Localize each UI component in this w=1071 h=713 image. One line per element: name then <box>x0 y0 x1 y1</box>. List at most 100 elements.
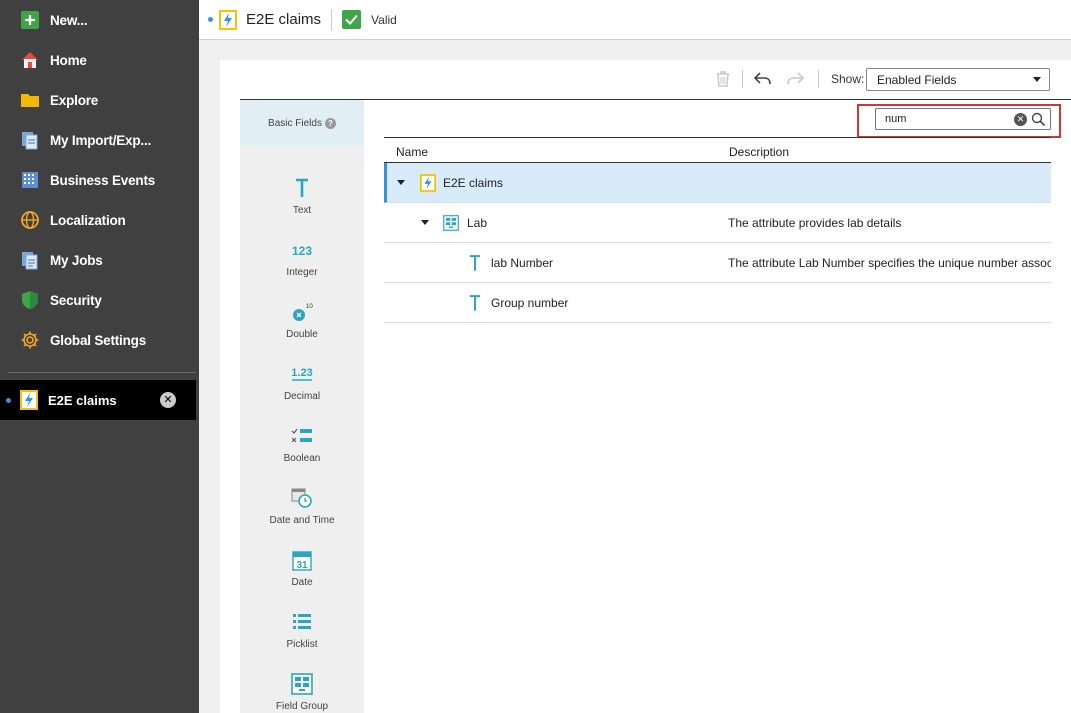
field-type-label: Text <box>292 205 312 216</box>
field-type-text[interactable]: Text <box>240 166 364 216</box>
sidebar-item-label: Explore <box>50 92 99 108</box>
close-icon[interactable]: ✕ <box>160 392 176 408</box>
table-row[interactable]: E2E claims <box>384 163 1051 203</box>
field-group-icon <box>442 213 460 233</box>
sidebar-item-label: Security <box>50 292 102 308</box>
svg-text:1.23: 1.23 <box>291 367 312 379</box>
new-label: New... <box>50 12 88 28</box>
svg-text:31: 31 <box>296 560 308 571</box>
svg-text:100: 100 <box>306 304 313 310</box>
field-types-title: Basic Fields <box>268 117 322 129</box>
text-icon <box>295 174 309 202</box>
sidebar-item-explore[interactable]: Explore <box>0 80 199 120</box>
main-panel: Show: Enabled Fields Basic Fields ? Text… <box>220 60 1071 713</box>
business-entity-icon <box>219 9 237 30</box>
toolbar-divider <box>818 70 819 88</box>
text-icon <box>466 253 484 273</box>
undo-icon[interactable] <box>752 69 772 89</box>
field-type-boolean[interactable]: Boolean <box>240 414 364 464</box>
toolbar-divider <box>742 70 743 88</box>
panel-divider <box>240 99 1071 100</box>
new-button[interactable]: New... <box>0 0 199 40</box>
row-name: Group number <box>491 296 569 310</box>
toolbar: Show: Enabled Fields <box>220 60 1071 98</box>
sidebar-item-my-jobs[interactable]: My Jobs <box>0 240 199 280</box>
field-types-panel: Basic Fields ? Text 123 Integer 100 Doub… <box>240 100 364 713</box>
sidebar-item-localization[interactable]: Localization <box>0 200 199 240</box>
sidebar-item-label: Global Settings <box>50 332 147 348</box>
help-icon[interactable]: ? <box>324 117 336 129</box>
sidebar-item-label: My Import/Exp... <box>50 132 152 148</box>
sidebar-item-label: Home <box>50 52 87 68</box>
row-name: E2E claims <box>443 176 504 190</box>
field-type-double[interactable]: 100 Double <box>240 290 364 340</box>
open-tab-e2e-claims[interactable]: E2E claims ✕ <box>0 380 196 420</box>
field-type-date-time[interactable]: Date and Time <box>240 476 364 526</box>
table-top-border <box>384 137 1051 138</box>
field-type-picklist[interactable]: Picklist <box>240 600 364 650</box>
column-header-description[interactable]: Description <box>729 145 789 159</box>
table-row[interactable]: lab Number The attribute Lab Number spec… <box>384 243 1051 283</box>
search-icon[interactable] <box>1031 112 1046 127</box>
gear-icon <box>20 330 40 350</box>
row-name: lab Number <box>491 256 554 270</box>
sidebar-item-security[interactable]: Security <box>0 280 199 320</box>
field-type-field-group[interactable]: Field Group <box>240 662 364 712</box>
field-type-decimal[interactable]: 1.23 Decimal <box>240 352 364 402</box>
double-icon: 100 <box>291 298 313 326</box>
field-type-label: Integer <box>286 267 318 278</box>
clear-search-icon[interactable]: ✕ <box>1014 113 1027 126</box>
business-entity-icon <box>419 173 437 193</box>
page-title: E2E claims <box>246 11 322 28</box>
date-time-icon <box>291 484 313 512</box>
row-description: The attribute provides lab details <box>728 216 902 230</box>
folder-icon <box>20 90 40 110</box>
sidebar-item-home[interactable]: Home <box>0 40 199 80</box>
sidebar-item-label: My Jobs <box>50 252 103 268</box>
trash-icon[interactable] <box>713 69 733 89</box>
table-row[interactable]: Group number <box>384 283 1051 323</box>
show-filter-select[interactable]: Enabled Fields <box>866 68 1050 91</box>
show-filter-value: Enabled Fields <box>877 72 957 87</box>
date-icon: 31 <box>292 546 312 574</box>
sidebar-item-label: Business Events <box>50 172 156 188</box>
check-icon <box>342 10 362 29</box>
business-entity-icon <box>20 390 38 410</box>
business-events-icon <box>20 170 40 190</box>
header-divider <box>331 8 333 31</box>
sidebar-item-import-export[interactable]: My Import/Exp... <box>0 120 199 160</box>
text-icon <box>466 293 484 313</box>
field-types-header: Basic Fields ? <box>240 100 364 146</box>
jobs-icon <box>20 250 40 270</box>
collapse-icon[interactable] <box>397 180 405 185</box>
sidebar-item-global-settings[interactable]: Global Settings <box>0 320 199 360</box>
collapse-icon[interactable] <box>421 220 429 225</box>
globe-icon <box>20 210 40 230</box>
plus-icon <box>20 10 40 30</box>
chevron-down-icon <box>1033 77 1041 82</box>
unsaved-dot <box>208 17 213 22</box>
home-icon <box>20 50 40 70</box>
sidebar-item-label: Localization <box>50 212 126 228</box>
field-type-date[interactable]: 31 Date <box>240 538 364 588</box>
header: E2E claims Valid <box>199 0 1071 40</box>
open-tab-label: E2E claims <box>48 392 117 408</box>
unsaved-dot <box>6 397 11 403</box>
status-badge: Valid <box>371 12 397 27</box>
shield-icon <box>20 290 40 310</box>
field-type-label: Field Group <box>275 701 329 712</box>
boolean-icon <box>291 422 313 450</box>
decimal-icon: 1.23 <box>290 360 314 388</box>
integer-icon: 123 <box>290 236 314 264</box>
field-group-icon <box>291 670 313 698</box>
field-type-integer[interactable]: 123 Integer <box>240 228 364 278</box>
search-input[interactable] <box>885 112 1005 126</box>
field-type-label: Date and Time <box>269 515 335 526</box>
search-field[interactable]: ✕ <box>875 108 1051 130</box>
sidebar-item-business-events[interactable]: Business Events <box>0 160 199 200</box>
row-name: Lab <box>467 216 488 230</box>
sidebar-divider <box>8 372 196 373</box>
table-row[interactable]: Lab The attribute provides lab details <box>384 203 1051 243</box>
redo-icon[interactable] <box>786 69 806 89</box>
column-header-name[interactable]: Name <box>396 145 428 159</box>
